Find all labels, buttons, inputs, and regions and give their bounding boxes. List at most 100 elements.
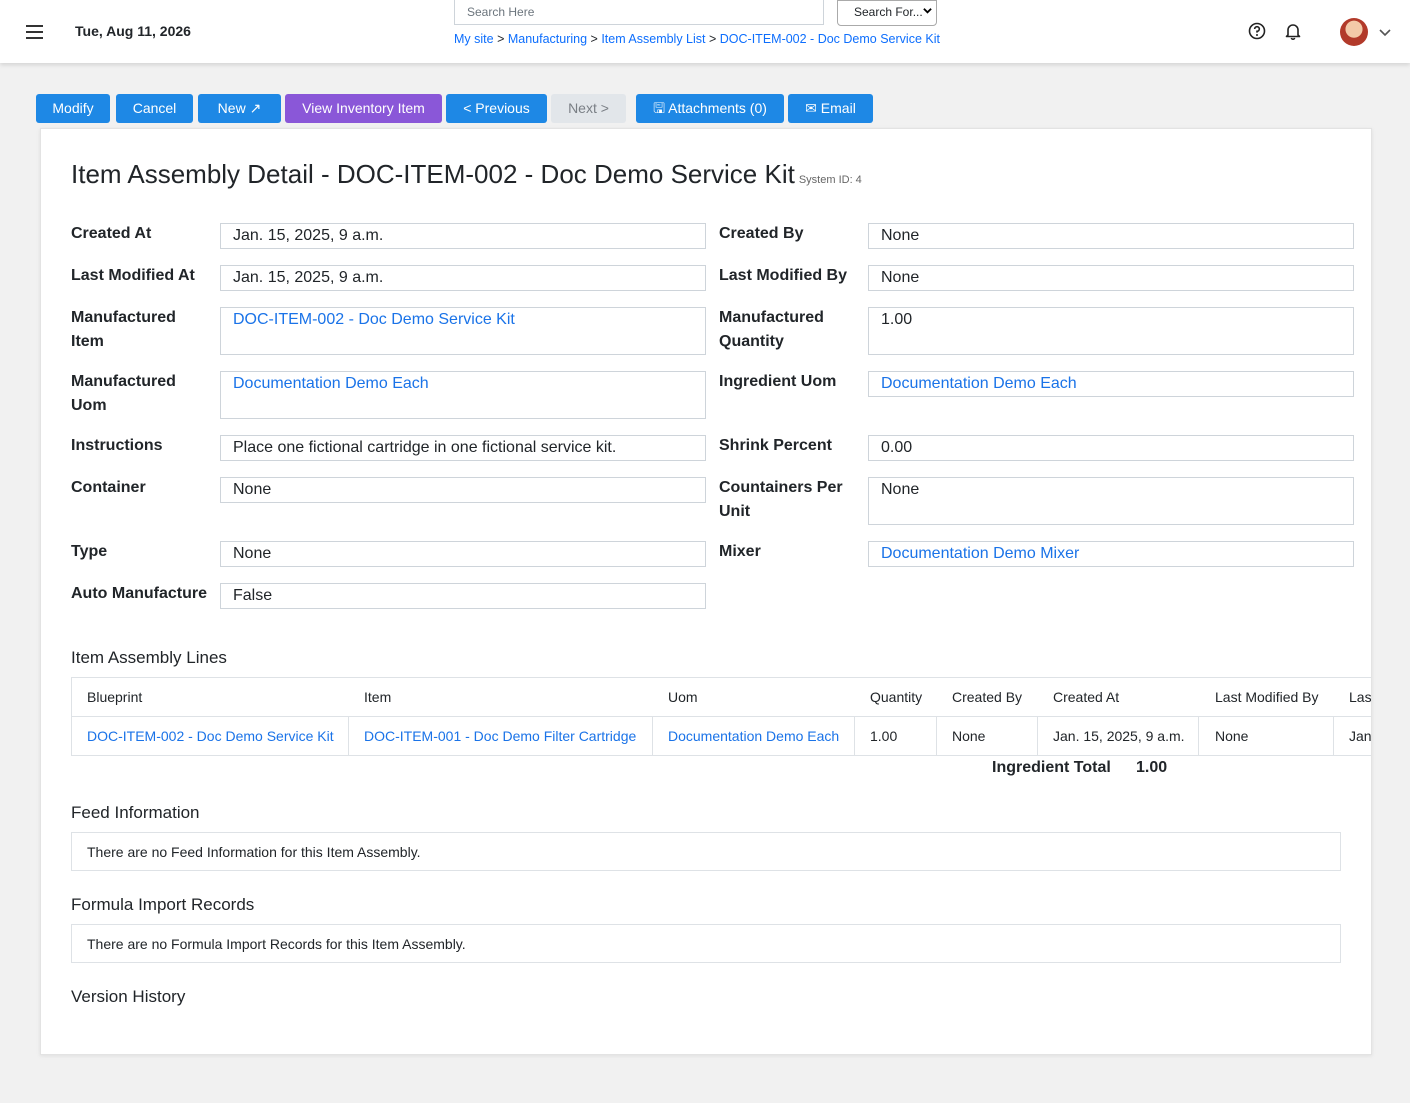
breadcrumb-item-assembly-list[interactable]: Item Assembly List — [601, 32, 705, 46]
column-header-blueprint[interactable]: Blueprint — [72, 687, 142, 707]
breadcrumb-manufacturing[interactable]: Manufacturing — [508, 32, 587, 46]
column-header-created-by[interactable]: Created By — [937, 687, 1022, 707]
instructions-value: Place one fictional cartridge in one fic… — [220, 435, 706, 461]
cancel-button[interactable]: Cancel — [116, 94, 193, 123]
containers-per-unit-label-line1: Countainers Per — [719, 479, 843, 496]
formula-import-records-heading: Formula Import Records — [71, 895, 255, 914]
search-for-select[interactable]: Search For... — [837, 0, 937, 26]
search-for-select-label: Search For... — [854, 5, 923, 19]
auto-manufacture-value: False — [220, 583, 706, 609]
container-label: Container — [71, 479, 146, 496]
ingredient-total-label: Ingredient Total — [992, 759, 1111, 776]
feed-information-heading: Feed Information — [71, 803, 200, 822]
table-cell-created-by: None — [952, 728, 986, 744]
type-label: Type — [71, 543, 108, 560]
bell-icon[interactable] — [1284, 22, 1302, 40]
breadcrumb-separator: > — [705, 32, 720, 46]
item-link[interactable]: DOC-ITEM-001 - Doc Demo Filter Cartridge — [364, 728, 636, 744]
column-header-quantity[interactable]: Quantity — [855, 687, 922, 707]
breadcrumb: My site > Manufacturing > Item Assembly … — [454, 29, 944, 49]
table-cell-last-modified-by: None — [1215, 728, 1249, 744]
container-value: None — [220, 477, 706, 503]
ingredient-total-value: 1.00 — [1136, 759, 1168, 776]
instructions-label: Instructions — [71, 437, 163, 454]
chevron-down-icon — [923, 6, 932, 18]
table-cell-last-modified-at: Jan — [1349, 728, 1372, 744]
page-title-text: Item Assembly Detail - DOC-ITEM-002 - Do… — [71, 159, 795, 189]
auto-manufacture-label: Auto Manufacture — [71, 585, 207, 602]
table-cell-border — [1198, 716, 1199, 755]
manufactured-quantity-label-line2: Quantity — [719, 333, 784, 350]
created-at-value: Jan. 15, 2025, 9 a.m. — [220, 223, 706, 249]
column-header-last-modified-at[interactable]: Las — [1334, 687, 1371, 707]
table-cell-uom: Documentation Demo Each — [653, 726, 839, 746]
manufactured-item-label-line2: Item — [71, 333, 104, 350]
last-modified-at-label: Last Modified At — [71, 267, 195, 284]
containers-per-unit-value: None — [868, 477, 1354, 525]
manufactured-quantity-value: 1.00 — [868, 307, 1354, 355]
manufactured-uom-label-line1: Manufactured — [71, 373, 176, 390]
avatar[interactable] — [1340, 18, 1368, 46]
created-by-label: Created By — [719, 225, 804, 242]
manufactured-item-value: DOC-ITEM-002 - Doc Demo Service Kit — [220, 307, 706, 355]
menu-icon[interactable] — [26, 22, 48, 42]
mixer-label: Mixer — [719, 543, 761, 560]
mixer-value: Documentation Demo Mixer — [868, 541, 1354, 567]
chevron-down-icon[interactable] — [1378, 25, 1392, 39]
last-modified-by-label: Last Modified By — [719, 267, 848, 284]
new-button[interactable]: New ↗ — [198, 94, 281, 123]
manufactured-uom-link[interactable]: Documentation Demo Each — [233, 375, 429, 392]
search-input[interactable]: Search Here — [454, 0, 824, 25]
ingredient-uom-link[interactable]: Documentation Demo Each — [881, 375, 1077, 392]
attachments-button[interactable]: 🖫 Attachments (0) — [636, 94, 784, 123]
shrink-percent-label: Shrink Percent — [719, 437, 832, 454]
breadcrumb-separator: > — [493, 32, 508, 46]
shrink-percent-value: 0.00 — [868, 435, 1354, 461]
column-header-last-modified-by[interactable]: Last Modified By — [1200, 687, 1319, 707]
table-cell-blueprint: DOC-ITEM-002 - Doc Demo Service Kit — [72, 726, 334, 746]
current-date: Tue, Aug 11, 2026 — [75, 23, 191, 39]
ingredient-uom-value: Documentation Demo Each — [868, 371, 1354, 397]
previous-button[interactable]: < Previous — [446, 94, 547, 123]
detail-card: Item Assembly Detail - DOC-ITEM-002 - Do… — [40, 128, 1372, 1055]
table-cell-item: DOC-ITEM-001 - Doc Demo Filter Cartridge — [349, 726, 636, 746]
table-divider — [72, 716, 1371, 717]
manufactured-uom-label-line2: Uom — [71, 397, 107, 414]
blueprint-link[interactable]: DOC-ITEM-002 - Doc Demo Service Kit — [87, 728, 334, 744]
manufactured-uom-value: Documentation Demo Each — [220, 371, 706, 419]
manufactured-item-label: Manufactured Item — [71, 306, 176, 354]
manufactured-item-link[interactable]: DOC-ITEM-002 - Doc Demo Service Kit — [233, 311, 515, 328]
table-cell-quantity: 1.00 — [870, 728, 898, 744]
containers-per-unit-label-line2: Unit — [719, 503, 751, 520]
formula-import-records-empty: There are no Formula Import Records for … — [71, 924, 1341, 963]
breadcrumb-my-site[interactable]: My site — [454, 32, 494, 46]
modify-button[interactable]: Modify — [36, 94, 110, 123]
help-icon[interactable] — [1248, 22, 1266, 40]
feed-information-empty: There are no Feed Information for this I… — [71, 832, 1341, 871]
column-header-item[interactable]: Item — [349, 687, 391, 707]
created-at-label: Created At — [71, 225, 152, 242]
uom-link[interactable]: Documentation Demo Each — [668, 728, 839, 744]
containers-per-unit-label: Countainers Per Unit — [719, 476, 843, 524]
column-header-created-at[interactable]: Created At — [1038, 687, 1119, 707]
item-assembly-lines-heading: Item Assembly Lines — [71, 648, 227, 667]
mixer-link[interactable]: Documentation Demo Mixer — [881, 545, 1079, 562]
item-assembly-lines-table: Blueprint Item Uom Quantity Created By C… — [71, 677, 1372, 756]
view-inventory-item-button[interactable]: View Inventory Item — [285, 94, 442, 123]
next-button[interactable]: Next > — [551, 94, 626, 123]
breadcrumb-separator: > — [587, 32, 602, 46]
table-cell-created-at: Jan. 15, 2025, 9 a.m. — [1053, 728, 1185, 744]
manufactured-quantity-label-line1: Manufactured — [719, 309, 824, 326]
type-value: None — [220, 541, 706, 567]
email-button[interactable]: ✉ Email — [788, 94, 873, 123]
top-navbar: Tue, Aug 11, 2026 Search Here Search For… — [0, 0, 1410, 63]
column-header-uom[interactable]: Uom — [653, 687, 698, 707]
last-modified-by-value: None — [868, 265, 1354, 291]
breadcrumb-current-item[interactable]: DOC-ITEM-002 - Doc Demo Service Kit — [720, 32, 940, 46]
ingredient-uom-label: Ingredient Uom — [719, 373, 837, 390]
manufactured-uom-label: Manufactured Uom — [71, 370, 176, 418]
manufactured-quantity-label: Manufactured Quantity — [719, 306, 824, 354]
last-modified-at-value: Jan. 15, 2025, 9 a.m. — [220, 265, 706, 291]
version-history-heading: Version History — [71, 987, 186, 1006]
created-by-value: None — [868, 223, 1354, 249]
